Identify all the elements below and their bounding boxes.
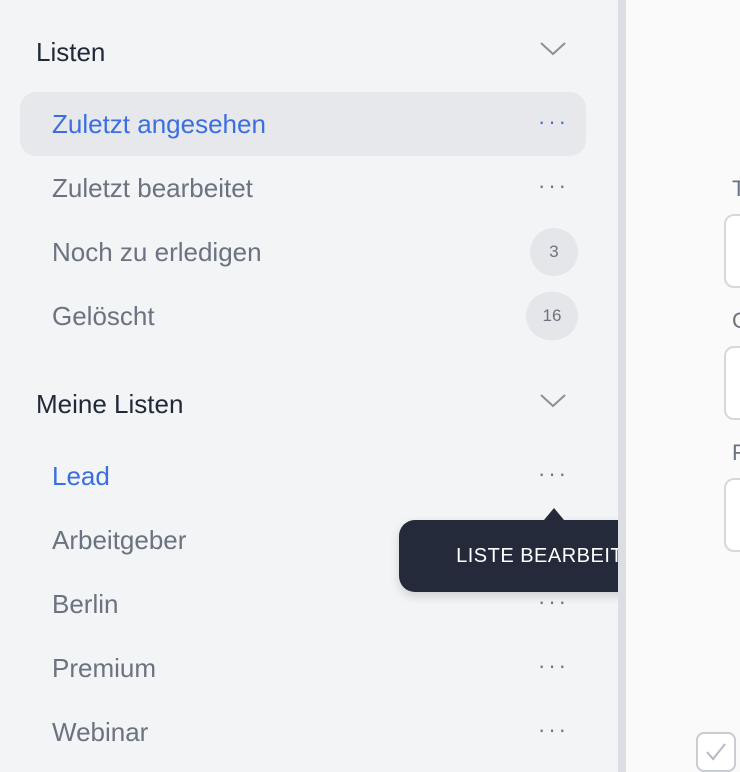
main-panel: T C F bbox=[626, 0, 740, 772]
chevron-down-icon[interactable] bbox=[538, 36, 568, 58]
more-horizontal-icon[interactable]: ··· bbox=[538, 175, 568, 197]
sidebar-item-label: Zuletzt angesehen bbox=[52, 109, 266, 139]
section-title: Meine Listen bbox=[36, 389, 184, 419]
sidebar-item-lead[interactable]: Lead ··· bbox=[20, 444, 586, 508]
sidebar-item-premium[interactable]: Premium ··· bbox=[20, 636, 586, 700]
count-badge: 16 bbox=[526, 292, 578, 340]
sidebar-item-label: Lead bbox=[52, 461, 110, 491]
sidebar-item-geloescht[interactable]: Gelöscht 16 bbox=[20, 284, 586, 348]
sidebar-item-webinar[interactable]: Webinar ··· bbox=[20, 700, 586, 764]
sidebar-item-label: Arbeitgeber bbox=[52, 525, 187, 555]
field-label: F bbox=[732, 440, 740, 465]
sidebar-item-label: Berlin bbox=[52, 589, 119, 619]
section-header-meine-listen[interactable]: Meine Listen bbox=[36, 384, 580, 424]
text-field[interactable] bbox=[724, 478, 740, 552]
more-horizontal-icon[interactable]: ··· bbox=[538, 463, 568, 485]
text-field[interactable] bbox=[724, 346, 740, 420]
field-label: C bbox=[732, 308, 740, 333]
sidebar-item-label: Zuletzt bearbeitet bbox=[52, 173, 253, 203]
sidebar-item-label: Webinar bbox=[52, 717, 149, 747]
text-field[interactable] bbox=[724, 214, 740, 288]
more-horizontal-icon[interactable]: ··· bbox=[538, 111, 568, 133]
sidebar-item-label: Gelöscht bbox=[52, 301, 155, 331]
sidebar-item-zuletzt-angesehen[interactable]: Zuletzt angesehen ··· bbox=[20, 92, 586, 156]
sidebar-item-noch-zu-erledigen[interactable]: Noch zu erledigen 3 bbox=[20, 220, 586, 284]
check-icon bbox=[706, 743, 726, 761]
tooltip-arrow bbox=[544, 508, 564, 520]
panel-divider[interactable] bbox=[618, 0, 626, 772]
chevron-down-icon[interactable] bbox=[538, 388, 568, 410]
count-badge: 3 bbox=[530, 228, 578, 276]
field-label: T bbox=[732, 176, 740, 201]
more-horizontal-icon[interactable]: ··· bbox=[538, 655, 568, 677]
sidebar-item-label: Noch zu erledigen bbox=[52, 237, 262, 267]
more-horizontal-icon[interactable]: ··· bbox=[538, 591, 568, 613]
more-horizontal-icon[interactable]: ··· bbox=[538, 719, 568, 741]
sidebar-item-zuletzt-bearbeitet[interactable]: Zuletzt bearbeitet ··· bbox=[20, 156, 586, 220]
sidebar-item-label: Premium bbox=[52, 653, 157, 683]
checkbox[interactable] bbox=[696, 732, 736, 772]
section-header-listen[interactable]: Listen bbox=[36, 32, 580, 72]
section-title: Listen bbox=[36, 37, 106, 67]
sidebar: Listen Zuletzt angesehen ··· Zuletzt bea… bbox=[0, 0, 618, 772]
